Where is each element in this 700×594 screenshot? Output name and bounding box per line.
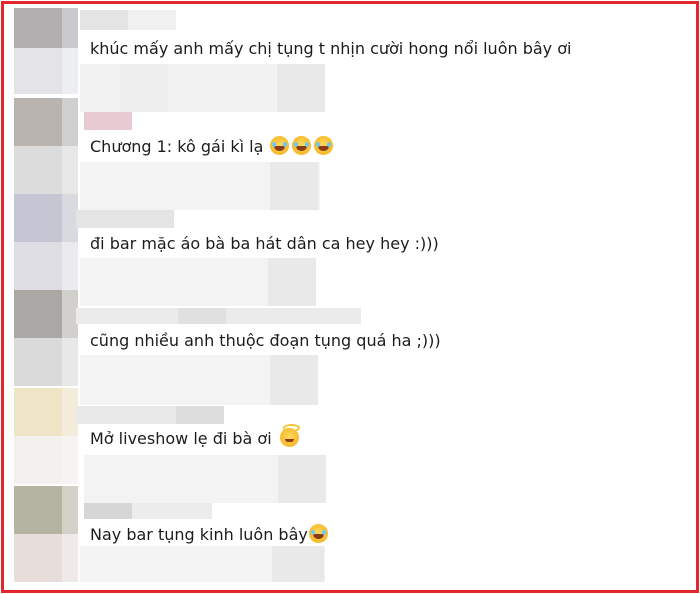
avatar[interactable] [14, 290, 62, 338]
avatar [14, 48, 62, 94]
avatar [62, 534, 78, 582]
laughing-tears-emoji-icon [308, 524, 328, 543]
avatar [62, 48, 78, 94]
comment-text: đi bar mặc áo bà ba hát dân ca hey hey :… [90, 234, 439, 253]
laughing-tears-emoji-icon [270, 136, 290, 155]
username [128, 10, 176, 30]
comment-actions [270, 162, 318, 210]
avatar [62, 98, 78, 146]
comment-text: cũng nhiều anh thuộc đoạn tụng quá ha ;)… [90, 331, 441, 350]
comment-actions [270, 355, 318, 405]
avatar [62, 8, 78, 48]
username[interactable] [84, 112, 132, 130]
avatar [14, 436, 62, 484]
avatar [62, 486, 78, 534]
avatar[interactable] [14, 388, 62, 436]
avatar [14, 338, 62, 386]
avatar[interactable] [14, 194, 62, 242]
username[interactable] [80, 10, 128, 30]
comment-text-content: Mở liveshow lẹ đi bà ơi [90, 429, 272, 448]
avatar [62, 242, 78, 290]
avatar[interactable] [14, 98, 62, 146]
avatar [14, 534, 62, 582]
avatar [14, 146, 62, 194]
comment-text: Chương 1: kô gái kì lạ [90, 136, 334, 157]
avatar [62, 146, 78, 194]
comment-text: Nay bar tụng kinh luôn bây [90, 524, 328, 545]
avatar[interactable] [14, 8, 62, 48]
comment-actions [278, 455, 326, 503]
comment-text-content: Chương 1: kô gái kì lạ [90, 137, 264, 156]
laughing-tears-emoji-icon [292, 136, 312, 155]
comment-text: Mở liveshow lẹ đi bà ơi [90, 424, 300, 449]
username[interactable] [76, 210, 174, 228]
laughing-tears-emoji-icon [314, 136, 334, 155]
smiling-halo-emoji-icon [279, 424, 300, 447]
username [178, 308, 226, 324]
comment-text: khúc mấy anh mấy chị tụng t nhịn cười ho… [90, 39, 572, 58]
username[interactable] [84, 503, 132, 519]
comment-actions [120, 64, 168, 112]
comment-actions [268, 258, 316, 306]
comment-text-content: Nay bar tụng kinh luôn bây [90, 525, 308, 544]
username [132, 503, 212, 519]
comment-actions [272, 546, 324, 582]
avatar [62, 338, 78, 386]
comment-actions [277, 64, 325, 112]
avatar[interactable] [14, 486, 62, 534]
username [176, 406, 224, 424]
avatar [62, 436, 78, 484]
avatar [14, 242, 62, 290]
